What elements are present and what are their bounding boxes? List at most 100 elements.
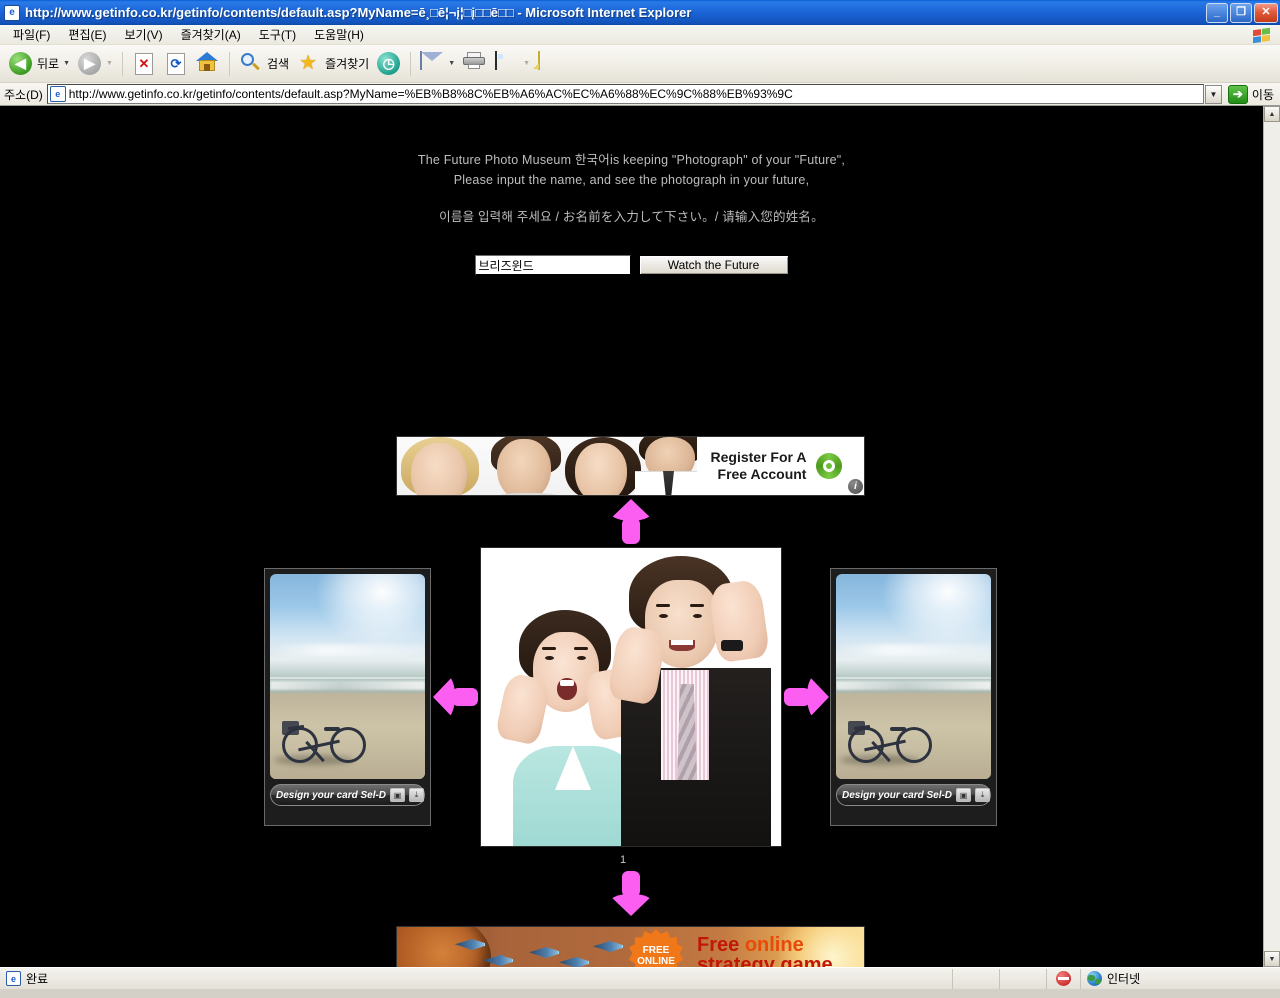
- bottom-banner-ad[interactable]: FREE ONLINE Free online strategy game UN…: [396, 926, 865, 967]
- mail-button[interactable]: ▼: [416, 50, 459, 78]
- page-canvas: The Future Photo Museum 한국어is keeping "P…: [0, 106, 1280, 967]
- address-input-wrapper[interactable]: e http://www.getinfo.co.kr/getinfo/conte…: [46, 84, 1204, 104]
- right-card-photo: [836, 574, 991, 779]
- privacy-report-cell[interactable]: [1046, 968, 1080, 989]
- refresh-button[interactable]: ⟳: [160, 50, 192, 78]
- windows-logo-icon: [1246, 26, 1276, 44]
- forward-button[interactable]: ▶ ▼: [74, 50, 117, 78]
- stop-button[interactable]: ✕: [128, 50, 160, 78]
- edit-button[interactable]: ▼: [491, 50, 534, 78]
- status-blank-2: [999, 968, 1046, 989]
- back-button[interactable]: ◀ 뒤로 ▼: [5, 50, 74, 78]
- right-card-download-icon[interactable]: ⤓: [975, 788, 991, 802]
- address-input[interactable]: http://www.getinfo.co.kr/getinfo/content…: [69, 87, 1202, 101]
- ad-info-icon[interactable]: i: [848, 479, 863, 494]
- intro-line-2: Please input the name, and see the photo…: [453, 173, 810, 187]
- page-icon: e: [49, 86, 66, 102]
- status-text: 완료: [26, 972, 49, 986]
- search-label: 검색: [266, 57, 290, 71]
- arrow-down-icon[interactable]: [608, 871, 654, 916]
- minimize-button[interactable]: _: [1206, 2, 1228, 23]
- left-card-image-icon[interactable]: ▣: [390, 788, 406, 802]
- menu-item-edit[interactable]: 편집(E): [59, 24, 115, 45]
- left-card-caption-bar: Design your card Sel-D ▣ ⤓: [270, 784, 425, 806]
- banner-headline-line2: Free Account: [717, 466, 807, 482]
- history-button[interactable]: ◷: [373, 50, 405, 78]
- privacy-blocked-icon: [1056, 971, 1071, 986]
- search-icon: [239, 52, 263, 76]
- restore-glyph: ❐: [1236, 6, 1246, 18]
- arrow-up-icon[interactable]: [608, 499, 654, 544]
- messenger-button[interactable]: [534, 50, 566, 78]
- menu-item-file[interactable]: 파일(F): [4, 24, 59, 45]
- scroll-up-button[interactable]: ▲: [1264, 106, 1280, 122]
- left-card-download-icon[interactable]: ⤓: [409, 788, 425, 802]
- close-button[interactable]: ✕: [1254, 2, 1278, 23]
- address-dropdown-button[interactable]: ▼: [1204, 84, 1222, 104]
- favorites-button[interactable]: ★ 즐겨찾기: [293, 50, 373, 78]
- back-dropdown-icon[interactable]: ▼: [63, 60, 70, 67]
- window-title: http://www.getinfo.co.kr/getinfo/content…: [25, 5, 692, 20]
- watch-the-future-button[interactable]: Watch the Future: [638, 255, 789, 275]
- menu-item-tools[interactable]: 도구(T): [250, 24, 305, 45]
- name-input[interactable]: [474, 255, 631, 275]
- bicycle-illustration: [840, 699, 940, 765]
- menu-item-help[interactable]: 도움말(H): [305, 24, 373, 45]
- intro-line-3: 이름을 입력해 주세요 / お名前を入力して下さい。/ 请输入您的姓名。: [439, 210, 824, 224]
- restore-button[interactable]: ❐: [1230, 2, 1252, 23]
- status-blank-1: [952, 968, 999, 989]
- favorites-label: 즐겨찾기: [325, 57, 370, 71]
- home-icon: [195, 51, 220, 76]
- back-label: 뒤로: [37, 57, 60, 71]
- arrow-right-icon[interactable]: [784, 674, 829, 720]
- security-zone-cell[interactable]: 인터넷: [1080, 968, 1280, 989]
- toolbar-separator-2: [228, 51, 230, 76]
- stop-icon: ✕: [132, 52, 156, 76]
- mail-icon: [420, 50, 444, 76]
- bicycle-illustration: [274, 699, 374, 765]
- left-card-photo: [270, 574, 425, 779]
- name-form: Watch the Future: [0, 255, 1263, 275]
- window-controls: _ ❐ ✕: [1206, 2, 1278, 23]
- status-text-cell: e 완료: [0, 969, 952, 989]
- go-button[interactable]: ➔ 이동: [1227, 84, 1278, 104]
- menu-bar: 파일(F) 편집(E) 보기(V) 즐겨찾기(A) 도구(T) 도움말(H): [0, 25, 1280, 45]
- page-vertical-scrollbar[interactable]: ▲ ▼: [1263, 106, 1280, 967]
- address-label: 주소(D): [4, 87, 43, 102]
- search-button[interactable]: 검색: [235, 50, 293, 78]
- toolbar-separator-1: [121, 51, 123, 76]
- banner-people-photo: [397, 437, 697, 495]
- mail-dropdown-icon[interactable]: ▼: [448, 60, 455, 67]
- scroll-down-button[interactable]: ▼: [1264, 951, 1280, 967]
- note-icon: [538, 50, 562, 76]
- scroll-track[interactable]: [1264, 122, 1280, 951]
- right-card-image-icon[interactable]: ▣: [956, 788, 972, 802]
- bb-headline-line2: strategy game: [697, 954, 833, 968]
- internet-zone-icon: [1087, 971, 1102, 986]
- history-icon: ◷: [377, 51, 401, 76]
- forward-dropdown-icon: ▼: [106, 60, 113, 67]
- refresh-icon: ⟳: [164, 52, 188, 76]
- page-content: The Future Photo Museum 한국어is keeping "P…: [0, 106, 1263, 967]
- menu-item-favorites[interactable]: 즐겨찾기(A): [172, 24, 250, 45]
- right-card-caption-bar: Design your card Sel-D ▣ ⤓: [836, 784, 991, 806]
- window-title-bar: e http://www.getinfo.co.kr/getinfo/conte…: [0, 0, 1280, 25]
- right-card-caption: Design your card Sel-D: [842, 789, 953, 801]
- back-arrow-icon: ◀: [9, 51, 33, 76]
- print-button[interactable]: [459, 50, 491, 78]
- photo-index-label: 1: [620, 854, 627, 866]
- top-banner-ad[interactable]: Register For A Free Account i: [396, 436, 865, 496]
- menu-item-view[interactable]: 보기(V): [115, 24, 171, 45]
- home-button[interactable]: [192, 50, 224, 78]
- browser-toolbar: ◀ 뒤로 ▼ ▶ ▼ ✕ ⟳ 검색 ★ 즐겨찾기 ◷ ▼ ▼: [0, 45, 1280, 83]
- arrow-left-icon[interactable]: [433, 674, 478, 720]
- bb-headline-online: online: [744, 934, 804, 956]
- right-photo-card[interactable]: Design your card Sel-D ▣ ⤓: [830, 568, 997, 826]
- taskbar-strip: [0, 994, 1280, 998]
- center-photo[interactable]: [480, 547, 782, 847]
- spiral-logo-icon: [816, 453, 843, 479]
- printer-icon: [463, 51, 487, 76]
- edit-page-icon: [495, 50, 519, 76]
- star-icon: ★: [299, 51, 318, 74]
- left-photo-card[interactable]: Design your card Sel-D ▣ ⤓: [264, 568, 431, 826]
